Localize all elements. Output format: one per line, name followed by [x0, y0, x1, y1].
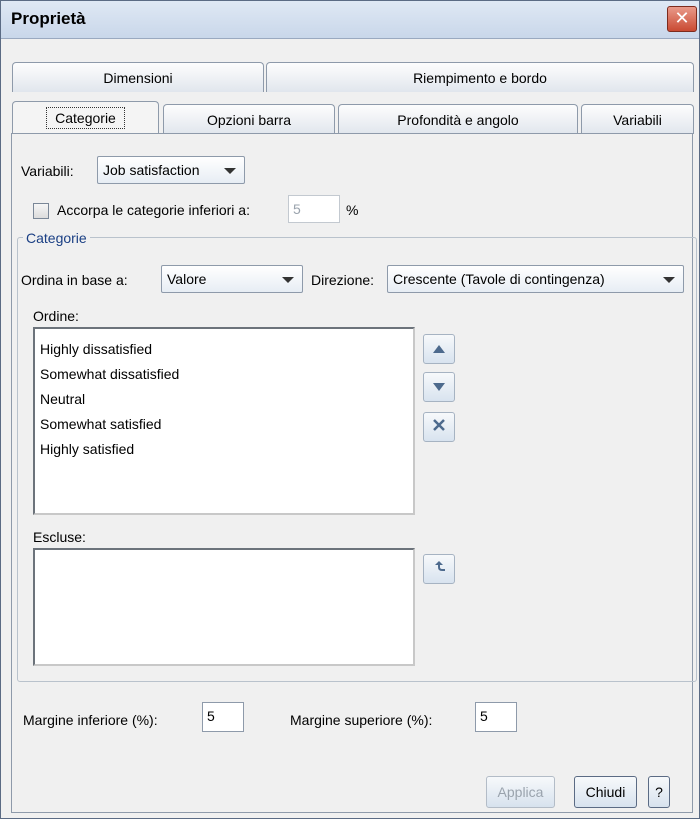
move-up-button[interactable] [423, 334, 455, 364]
tab-label: Variabili [613, 112, 662, 128]
list-item[interactable]: Neutral [40, 391, 85, 407]
remove-category-button[interactable] [423, 412, 455, 442]
move-down-button[interactable] [423, 372, 455, 402]
chevron-down-icon [224, 168, 236, 174]
properties-dialog: Proprietà ✕ Dimensioni Riempimento e bor… [0, 0, 700, 819]
collapse-unit: % [346, 202, 359, 218]
direction-label: Direzione: [311, 272, 375, 288]
tab-variabili[interactable]: Variabili [581, 104, 694, 134]
close-button-label: Chiudi [585, 784, 626, 800]
close-icon: ✕ [674, 8, 690, 28]
list-item[interactable]: Somewhat satisfied [40, 416, 161, 432]
variables-label: Variabili: [21, 163, 74, 179]
triangle-down-icon [433, 383, 445, 391]
help-button-label: ? [655, 784, 663, 800]
lower-margin-value: 5 [207, 708, 215, 724]
categories-group-legend: Categorie [23, 230, 90, 246]
tab-label: Dimensioni [103, 70, 173, 86]
collapse-threshold-value: 5 [293, 201, 301, 217]
collapse-label: Accorpa le categorie inferiori a: [57, 202, 250, 218]
sort-label: Ordina in base a: [21, 272, 128, 288]
chevron-down-icon [663, 277, 675, 283]
tab-label: Riempimento e bordo [413, 70, 547, 86]
apply-button-label: Applica [497, 784, 544, 800]
excluded-listbox[interactable] [33, 548, 415, 666]
window-title: Proprietà [11, 9, 86, 28]
x-icon [433, 419, 445, 431]
sort-value: Valore [167, 271, 207, 287]
help-button[interactable]: ? [648, 776, 670, 808]
collapse-checkbox[interactable] [33, 203, 49, 219]
tab-opzioni-barra[interactable]: Opzioni barra [163, 104, 335, 134]
restore-category-button[interactable] [423, 554, 455, 584]
collapse-threshold-field[interactable]: 5 [288, 195, 340, 223]
upper-margin-field[interactable]: 5 [475, 702, 517, 732]
variables-dropdown[interactable]: Job satisfaction [97, 156, 245, 184]
arrow-up-return-icon [435, 561, 445, 571]
tab-riempimento-e-bordo[interactable]: Riempimento e bordo [266, 62, 694, 92]
direction-value: Crescente (Tavole di contingenza) [393, 271, 605, 287]
lower-margin-field[interactable]: 5 [202, 702, 244, 732]
order-listbox[interactable]: Highly dissatisfied Somewhat dissatisfie… [33, 327, 415, 515]
tab-profondita-e-angolo[interactable]: Profondità e angolo [338, 104, 578, 134]
tab-dimensioni[interactable]: Dimensioni [12, 62, 264, 92]
list-item[interactable]: Somewhat dissatisfied [40, 366, 179, 382]
apply-button[interactable]: Applica [486, 776, 555, 808]
variables-value: Job satisfaction [103, 162, 200, 178]
upper-margin-value: 5 [480, 708, 488, 724]
tab-label: Opzioni barra [206, 112, 292, 128]
tab-label: Categorie [46, 107, 125, 129]
excluded-label: Escluse: [33, 529, 86, 545]
list-item[interactable]: Highly satisfied [40, 441, 134, 457]
chevron-down-icon [282, 277, 294, 283]
list-item[interactable]: Highly dissatisfied [40, 341, 152, 357]
tab-label: Profondità e angolo [397, 112, 519, 128]
upper-margin-label: Margine superiore (%): [290, 712, 433, 728]
order-label: Ordine: [33, 308, 79, 324]
title-bar: Proprietà ✕ [1, 1, 699, 39]
triangle-up-icon [433, 345, 445, 353]
sort-dropdown[interactable]: Valore [161, 265, 303, 293]
close-window-button[interactable]: ✕ [667, 6, 697, 32]
direction-dropdown[interactable]: Crescente (Tavole di contingenza) [387, 265, 684, 293]
lower-margin-label: Margine inferiore (%): [23, 712, 158, 728]
tab-categorie[interactable]: Categorie [12, 101, 159, 134]
close-button[interactable]: Chiudi [574, 776, 637, 808]
